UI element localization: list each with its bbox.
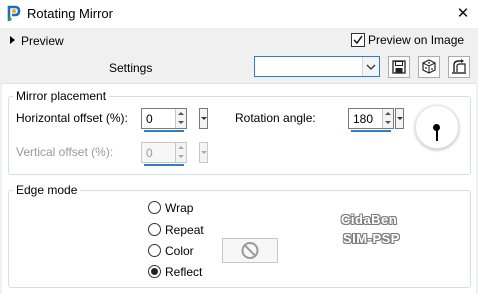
spin-up-icon [178,112,184,115]
spin-up-icon [385,112,391,115]
horizontal-offset-label: Horizontal offset (%): [16,111,128,125]
disabled-circle-icon [241,242,259,259]
vertical-offset-slider-bar [144,164,184,166]
edge-mode-color-radio[interactable] [148,244,161,257]
watermark-line-2: SIM-PSP [343,231,400,246]
expand-triangle-icon [10,36,15,44]
close-button[interactable]: ✕ [448,0,478,28]
preview-toggle[interactable]: Preview [10,34,64,48]
horizontal-offset-input[interactable]: 0 [141,108,187,132]
rotation-angle-input[interactable]: 180 [348,108,394,132]
vertical-offset-spinner [175,143,186,162]
title-bar: Rotating Mirror ✕ [0,0,478,28]
rotation-angle-spinner[interactable] [382,109,393,128]
randomize-button[interactable] [418,56,440,78]
edge-mode-wrap-radio[interactable] [148,201,161,214]
spin-down-icon [385,121,391,124]
checkmark-icon [353,35,363,45]
vertical-offset-dropdown [199,142,208,163]
edge-mode-color-label[interactable]: Color [165,244,194,258]
horizontal-offset-slider-bar[interactable] [144,130,184,132]
rotation-angle-dial[interactable] [415,105,459,149]
vertical-offset-value: 0 [146,146,153,160]
randomize-dice-icon [422,59,436,74]
save-preset-button[interactable] [388,56,410,78]
spin-up-icon [178,146,184,149]
chevron-down-icon [366,64,376,70]
settings-label: Settings [109,61,153,75]
spin-down-icon [178,155,184,158]
edge-mode-title: Edge mode [13,183,81,197]
preset-combobox[interactable] [254,56,380,77]
reset-defaults-icon [452,59,466,74]
edge-mode-repeat-radio[interactable] [148,223,161,236]
reset-defaults-button[interactable] [448,56,470,78]
vertical-offset-label: Vertical offset (%): [16,145,114,159]
mirror-placement-title: Mirror placement [13,89,110,103]
combo-dropdown-button[interactable] [362,57,379,76]
save-preset-icon [392,60,406,74]
paintshop-pro-icon [6,5,22,22]
horizontal-offset-spinner[interactable] [175,109,186,128]
edge-mode-wrap-label[interactable]: Wrap [165,201,193,215]
dial-knob[interactable] [433,124,440,131]
watermark-line-1: CidaBen [341,212,398,227]
horizontal-offset-dropdown[interactable] [199,108,208,129]
edge-mode-repeat-label[interactable]: Repeat [165,223,204,237]
vertical-offset-input: 0 [141,142,187,166]
horizontal-offset-value: 0 [146,112,153,126]
preview-on-image-label: Preview on Image [368,33,465,47]
rotation-angle-value: 180 [353,112,374,126]
rotation-angle-dropdown[interactable] [395,108,404,129]
spin-down-icon [178,121,184,124]
window-title: Rotating Mirror [27,6,113,21]
rotation-angle-slider-bar[interactable] [351,130,391,132]
preview-on-image-checkbox[interactable] [351,33,365,47]
preview-label: Preview [21,34,64,48]
edge-color-swatch [222,238,278,263]
close-icon: ✕ [456,5,470,22]
edge-mode-reflect-radio[interactable] [148,265,161,278]
edge-mode-reflect-label[interactable]: Reflect [165,265,202,279]
rotation-angle-label: Rotation angle: [235,111,316,125]
